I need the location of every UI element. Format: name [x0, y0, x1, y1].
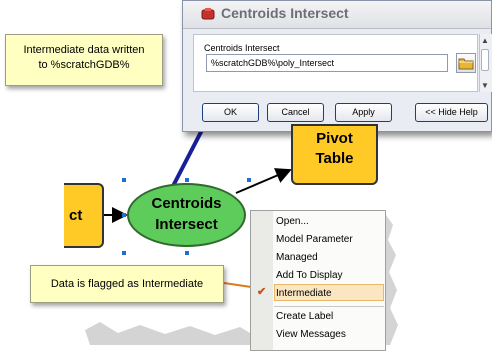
- hide-help-button[interactable]: << Hide Help: [415, 103, 488, 122]
- pivot-node-label-1: Pivot: [316, 130, 353, 147]
- menu-item-create-label[interactable]: Create Label: [276, 311, 333, 322]
- selection-handle[interactable]: [122, 178, 126, 182]
- toolbox-icon: [201, 8, 215, 20]
- selection-handle[interactable]: [185, 178, 189, 182]
- selection-handle[interactable]: [247, 178, 251, 182]
- input-node-label: ct: [69, 207, 83, 224]
- callout-top-line2: to %scratchGDB%: [38, 59, 130, 71]
- tool-node-label-2: Intersect: [155, 216, 218, 233]
- selection-handle[interactable]: [122, 251, 126, 255]
- selection-handle[interactable]: [122, 213, 126, 217]
- dialog-parameters-panel: Centroids Intersect %scratchGDB%\poly_In…: [193, 34, 478, 92]
- apply-button[interactable]: Apply: [335, 103, 392, 122]
- centroids-intersect-tool-node[interactable]: [127, 183, 246, 247]
- menu-item-managed[interactable]: Managed: [276, 252, 318, 263]
- scroll-thumb[interactable]: [481, 49, 489, 71]
- callout-top-line1: Intermediate data written: [23, 44, 145, 56]
- menu-separator: [274, 306, 384, 307]
- dialog-titlebar[interactable]: Centroids Intersect: [183, 1, 491, 29]
- torn-edge-shadow-right: [386, 215, 398, 345]
- selection-handle[interactable]: [185, 251, 189, 255]
- callout-flagged: Data is flagged as Intermediate: [30, 265, 224, 303]
- menu-item-add-to-display[interactable]: Add To Display: [276, 270, 343, 281]
- callout-intermediate-data: Intermediate data written to %scratchGDB…: [5, 34, 163, 86]
- ok-button[interactable]: OK: [202, 103, 259, 122]
- pivot-node-label-2: Table: [315, 150, 354, 167]
- dialog-title: Centroids Intersect: [221, 5, 349, 21]
- connector-tool-pivot: [235, 168, 292, 194]
- parameter-label: Centroids Intersect: [204, 43, 280, 53]
- menu-item-intermediate[interactable]: Intermediate: [276, 288, 332, 299]
- cancel-button[interactable]: Cancel: [267, 103, 324, 122]
- tool-node-label-1: Centroids: [151, 195, 222, 212]
- browse-button[interactable]: [456, 53, 476, 73]
- menu-item-open[interactable]: Open...: [276, 216, 309, 227]
- scroll-down-icon[interactable]: ▼: [479, 81, 491, 91]
- menu-item-model-parameter[interactable]: Model Parameter: [276, 234, 353, 245]
- menu-icon-gutter: [251, 211, 273, 350]
- menu-item-view-messages[interactable]: View Messages: [276, 329, 346, 340]
- parameter-path-input[interactable]: %scratchGDB%\poly_Intersect: [206, 54, 448, 72]
- folder-icon: [458, 58, 474, 70]
- torn-edge-shadow: [85, 322, 255, 345]
- scroll-up-icon[interactable]: ▲: [479, 36, 491, 46]
- tool-dialog: Centroids Intersect Centroids Intersect …: [182, 0, 492, 132]
- context-menu: Open... Model Parameter Managed Add To D…: [250, 210, 386, 351]
- checkmark-icon: ✔: [257, 286, 267, 298]
